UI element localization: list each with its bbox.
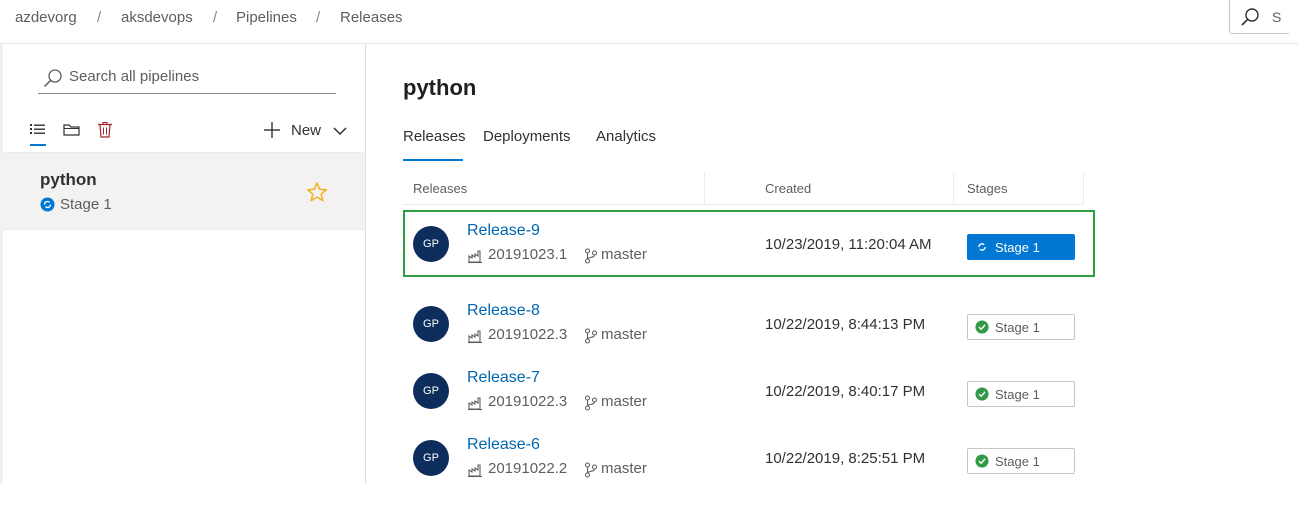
branch-icon bbox=[584, 462, 598, 478]
column-header-releases[interactable]: Releases bbox=[413, 181, 467, 196]
pipeline-search-input[interactable]: Search all pipelines bbox=[38, 64, 336, 94]
stage-pill[interactable]: Stage 1 bbox=[967, 314, 1075, 340]
created-date: 10/22/2019, 8:40:17 PM bbox=[765, 383, 926, 400]
branch-icon bbox=[584, 248, 598, 264]
pipeline-search-placeholder: Search all pipelines bbox=[69, 68, 200, 85]
build-icon bbox=[468, 330, 482, 344]
avatar: GP bbox=[413, 306, 449, 342]
release-name-link[interactable]: Release-6 bbox=[467, 436, 540, 454]
breadcrumb-separator: / bbox=[97, 9, 102, 26]
column-divider bbox=[1083, 172, 1084, 204]
build-icon bbox=[468, 464, 482, 478]
avatar: GP bbox=[413, 226, 449, 262]
list-icon[interactable] bbox=[28, 120, 48, 140]
success-check-icon bbox=[975, 320, 989, 334]
column-divider bbox=[704, 172, 705, 204]
trash-icon[interactable] bbox=[95, 120, 115, 140]
branch-name[interactable]: master bbox=[601, 326, 647, 343]
active-tab-indicator bbox=[403, 159, 463, 161]
search-icon bbox=[1241, 8, 1259, 26]
view-active-indicator bbox=[30, 144, 46, 146]
stage-pill[interactable]: Stage 1 bbox=[967, 234, 1075, 260]
top-search-placeholder: S bbox=[1272, 9, 1282, 25]
column-header-created[interactable]: Created bbox=[765, 181, 811, 196]
pipeline-name: python bbox=[40, 170, 97, 189]
new-pipeline-button[interactable]: New bbox=[258, 118, 358, 144]
build-number[interactable]: 20191022.3 bbox=[488, 326, 567, 343]
success-check-icon bbox=[975, 454, 989, 468]
chevron-down-icon bbox=[333, 127, 347, 136]
created-date: 10/22/2019, 8:25:51 PM bbox=[765, 450, 926, 467]
breadcrumb-project[interactable]: aksdevops bbox=[121, 9, 193, 26]
breadcrumb-releases[interactable]: Releases bbox=[340, 9, 403, 26]
folder-icon[interactable] bbox=[62, 120, 82, 140]
avatar: GP bbox=[413, 373, 449, 409]
release-row[interactable]: GP Release-6 20191022.2 master 10/22/201… bbox=[403, 424, 1095, 491]
branch-name[interactable]: master bbox=[601, 393, 647, 410]
stage-label: Stage 1 bbox=[995, 387, 1040, 402]
branch-name[interactable]: master bbox=[601, 460, 647, 477]
avatar: GP bbox=[413, 440, 449, 476]
release-name-link[interactable]: Release-8 bbox=[467, 302, 540, 320]
branch-icon bbox=[584, 395, 598, 411]
release-name-link[interactable]: Release-7 bbox=[467, 369, 540, 387]
header-divider bbox=[403, 204, 1083, 205]
tab-deployments[interactable]: Deployments bbox=[483, 128, 571, 145]
pipelines-sidebar: Search all pipelines New python Stage 1 bbox=[0, 44, 366, 484]
page-title: python bbox=[403, 75, 477, 100]
pipeline-item-python[interactable]: python Stage 1 bbox=[3, 152, 365, 230]
build-number[interactable]: 20191022.3 bbox=[488, 393, 567, 410]
pipeline-stage-label: Stage 1 bbox=[60, 196, 112, 213]
release-row[interactable]: GP Release-7 20191022.3 master 10/22/201… bbox=[403, 357, 1095, 424]
stage-label: Stage 1 bbox=[995, 454, 1040, 469]
build-number[interactable]: 20191022.2 bbox=[488, 460, 567, 477]
star-icon[interactable] bbox=[306, 181, 328, 203]
branch-name[interactable]: master bbox=[601, 246, 647, 263]
in-progress-icon bbox=[40, 197, 55, 212]
build-icon bbox=[468, 397, 482, 411]
success-check-icon bbox=[975, 387, 989, 401]
top-bar: azdevorg / aksdevops / Pipelines / Relea… bbox=[0, 0, 1298, 44]
stage-label: Stage 1 bbox=[995, 240, 1040, 255]
release-row[interactable]: GP Release-8 20191022.3 master 10/22/201… bbox=[403, 290, 1095, 357]
build-icon bbox=[468, 250, 482, 264]
breadcrumb-pipelines[interactable]: Pipelines bbox=[236, 9, 297, 26]
top-search-box[interactable]: S bbox=[1229, 0, 1289, 34]
tab-releases[interactable]: Releases bbox=[403, 128, 466, 145]
in-progress-icon bbox=[978, 243, 986, 251]
tab-analytics[interactable]: Analytics bbox=[596, 128, 656, 145]
breadcrumb-separator: / bbox=[316, 9, 321, 26]
created-date: 10/23/2019, 11:20:04 AM bbox=[765, 236, 932, 253]
created-date: 10/22/2019, 8:44:13 PM bbox=[765, 316, 926, 333]
breadcrumb-separator: / bbox=[213, 9, 218, 26]
branch-icon bbox=[584, 328, 598, 344]
release-row[interactable]: GP Release-9 20191023.1 master 10/23/201… bbox=[403, 210, 1095, 277]
column-header-stages[interactable]: Stages bbox=[967, 181, 1007, 196]
build-number[interactable]: 20191023.1 bbox=[488, 246, 567, 263]
column-divider bbox=[953, 172, 954, 204]
release-name-link[interactable]: Release-9 bbox=[467, 222, 540, 240]
breadcrumb-org[interactable]: azdevorg bbox=[15, 9, 77, 26]
new-button-label: New bbox=[291, 122, 322, 139]
stage-pill[interactable]: Stage 1 bbox=[967, 448, 1075, 474]
stage-pill[interactable]: Stage 1 bbox=[967, 381, 1075, 407]
search-icon bbox=[43, 69, 62, 88]
plus-icon bbox=[264, 122, 280, 138]
stage-label: Stage 1 bbox=[995, 320, 1040, 335]
